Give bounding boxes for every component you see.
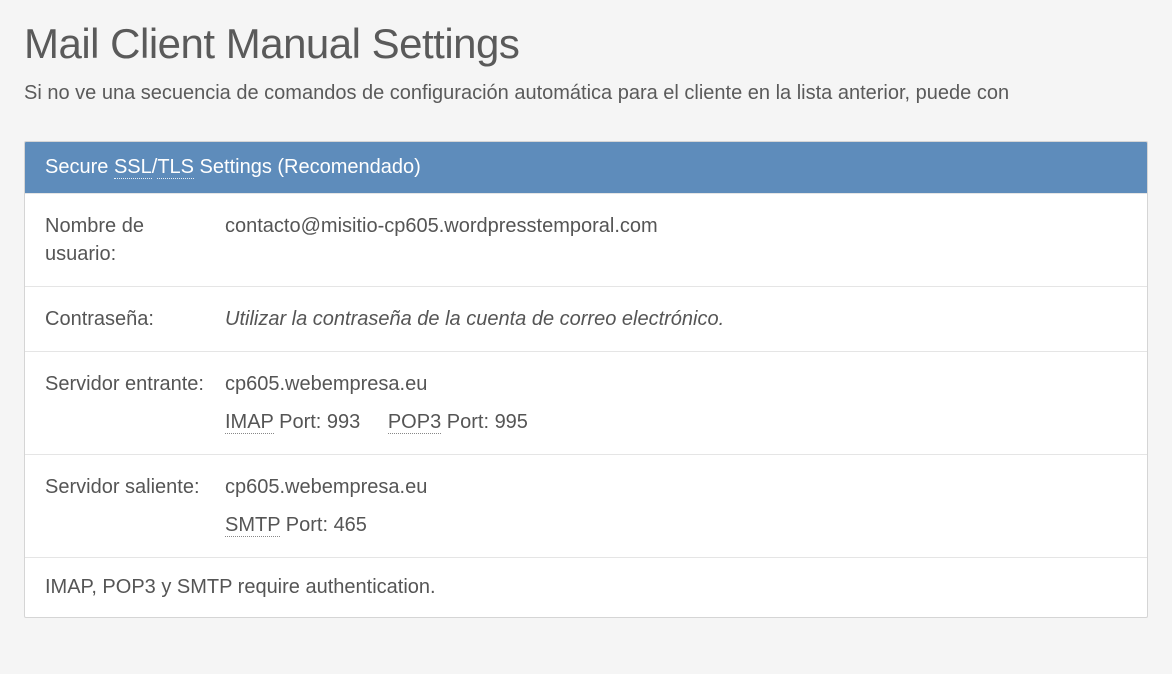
- panel-header: Secure SSL/TLS Settings (Recomendado): [25, 142, 1147, 193]
- row-outgoing-value: cp605.webempresa.eu SMTP Port: 465: [225, 473, 1147, 539]
- imap-abbr: IMAP: [225, 411, 274, 434]
- imap-port-label: Port:: [274, 411, 327, 433]
- smtp-port: 465: [334, 514, 367, 536]
- row-outgoing-label: Servidor saliente:: [25, 473, 225, 539]
- pop3-abbr: POP3: [388, 411, 441, 434]
- page-subtitle: Si no ve una secuencia de comandos de co…: [24, 82, 1148, 105]
- incoming-host: cp605.webempresa.eu: [225, 370, 1127, 398]
- outgoing-host: cp605.webempresa.eu: [225, 473, 1127, 501]
- pop3-port-label: Port:: [441, 411, 494, 433]
- row-incoming-value: cp605.webempresa.eu IMAP Port: 993 POP3 …: [225, 370, 1147, 436]
- row-incoming-label: Servidor entrante:: [25, 370, 225, 436]
- ssl-abbr: SSL: [114, 156, 152, 179]
- settings-panel: Secure SSL/TLS Settings (Recomendado) No…: [24, 141, 1148, 618]
- row-username-value: contacto@misitio-cp605.wordpresstemporal…: [225, 212, 1147, 268]
- smtp-abbr: SMTP: [225, 514, 280, 537]
- panel-header-prefix: Secure: [45, 156, 114, 178]
- row-password-value-text: Utilizar la contraseña de la cuenta de c…: [225, 308, 724, 330]
- smtp-port-label: Port:: [280, 514, 333, 536]
- page-title: Mail Client Manual Settings: [24, 20, 1148, 68]
- panel-footer: IMAP, POP3 y SMTP require authentication…: [25, 557, 1147, 617]
- row-password-value: Utilizar la contraseña de la cuenta de c…: [225, 305, 1147, 333]
- row-password: Contraseña: Utilizar la contraseña de la…: [25, 286, 1147, 351]
- row-username: Nombre de usuario: contacto@misitio-cp60…: [25, 193, 1147, 286]
- imap-port-line: IMAP Port: 993: [225, 408, 360, 436]
- row-password-label: Contraseña:: [25, 305, 225, 333]
- row-username-label: Nombre de usuario:: [25, 212, 225, 268]
- smtp-port-line: SMTP Port: 465: [225, 511, 367, 539]
- row-outgoing: Servidor saliente: cp605.webempresa.eu S…: [25, 454, 1147, 557]
- pop3-port-line: POP3 Port: 995: [388, 408, 528, 436]
- tls-abbr: TLS: [157, 156, 194, 179]
- panel-header-suffix: Settings (Recomendado): [194, 156, 421, 178]
- imap-port: 993: [327, 411, 360, 433]
- pop3-port: 995: [495, 411, 528, 433]
- row-incoming: Servidor entrante: cp605.webempresa.eu I…: [25, 351, 1147, 454]
